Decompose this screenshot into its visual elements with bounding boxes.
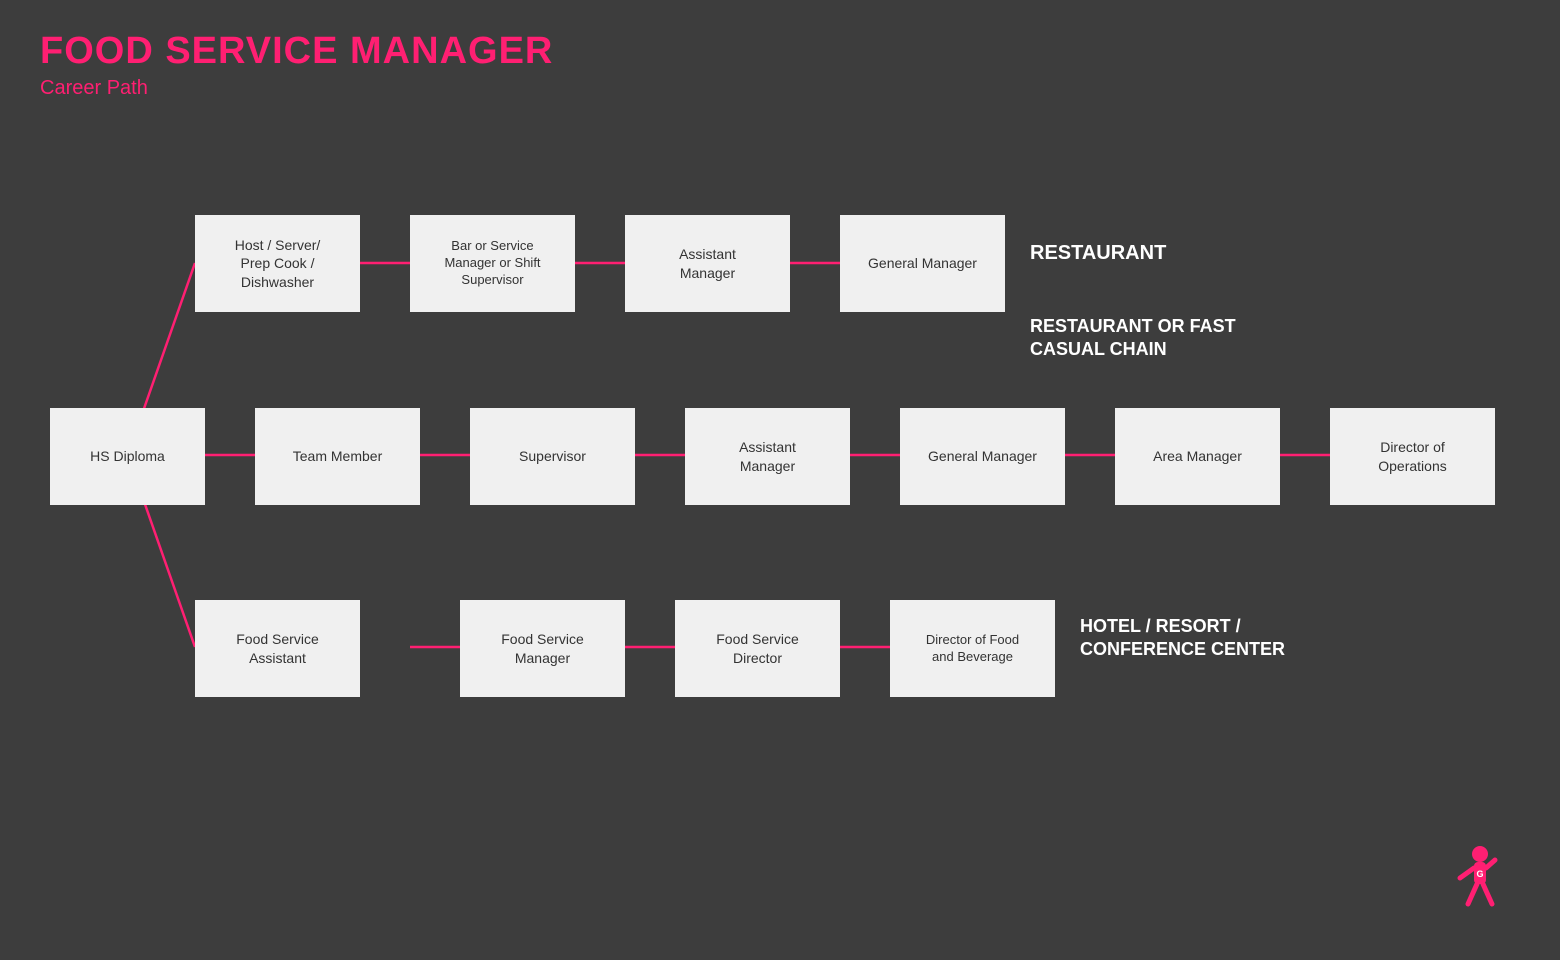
page-subtitle: Career Path <box>40 77 553 100</box>
header: FOOD SERVICE MANAGER Career Path <box>40 30 553 100</box>
box-food-service-director: Food ServiceDirector <box>675 600 840 697</box>
box-food-service-assistant: Food ServiceAssistant <box>195 600 360 697</box>
box-general-manager-mid: General Manager <box>900 408 1065 505</box>
career-diagram: Host / Server/Prep Cook /Dishwasher Bar … <box>20 160 1540 780</box>
label-hotel-resort: HOTEL / RESORT /CONFERENCE CENTER <box>1080 615 1285 662</box>
box-team-member: Team Member <box>255 408 420 505</box>
box-assistant-manager-mid: AssistantManager <box>685 408 850 505</box>
label-fast-casual: RESTAURANT OR FASTCASUAL CHAIN <box>1030 315 1236 362</box>
box-supervisor: Supervisor <box>470 408 635 505</box>
box-hs-diploma: HS Diploma <box>50 408 205 505</box>
box-director-operations: Director ofOperations <box>1330 408 1495 505</box>
box-dir-food-beverage: Director of Foodand Beverage <box>890 600 1055 697</box>
logo: G <box>1430 840 1500 920</box>
box-general-manager-top: General Manager <box>840 215 1005 312</box>
box-assistant-manager-top: AssistantManager <box>625 215 790 312</box>
svg-text:G: G <box>1476 869 1483 879</box>
box-food-service-manager: Food ServiceManager <box>460 600 625 697</box>
box-host-server: Host / Server/Prep Cook /Dishwasher <box>195 215 360 312</box>
box-bar-service: Bar or ServiceManager or ShiftSupervisor <box>410 215 575 312</box>
box-area-manager: Area Manager <box>1115 408 1280 505</box>
page-title: FOOD SERVICE MANAGER <box>40 30 553 73</box>
label-restaurant: RESTAURANT <box>1030 240 1166 266</box>
